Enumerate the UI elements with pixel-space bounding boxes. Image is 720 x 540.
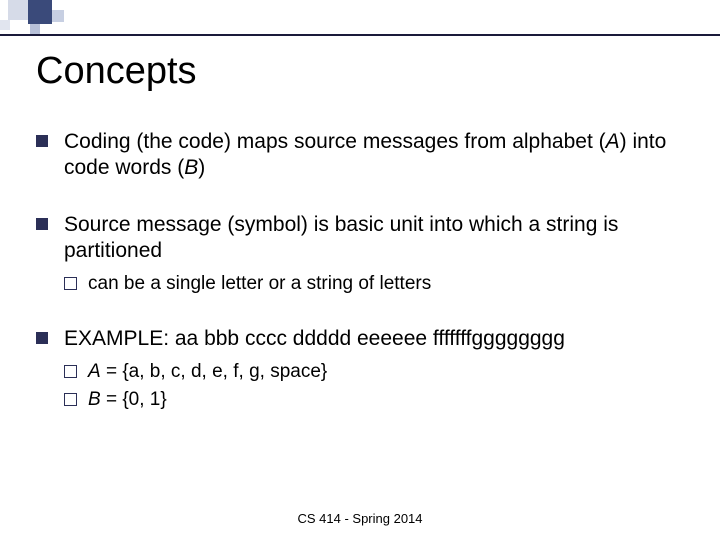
slide-title: Concepts [36,50,690,93]
bullet-text: Coding (the code) maps source messages f… [64,130,606,153]
list-item: EXAMPLE: aa bbb cccc ddddd eeeeee ffffff… [36,326,690,412]
list-item: Source message (symbol) is basic unit in… [36,212,690,296]
var-a: A [88,361,101,382]
bullet-text: EXAMPLE: aa bbb cccc ddddd eeeeee ffffff… [64,327,565,350]
bullet-text: = {0, 1} [101,389,167,410]
bullet-list: Coding (the code) maps source messages f… [36,129,690,412]
list-item: B = {0, 1} [64,388,690,412]
bullet-text: ) [198,156,205,179]
bullet-text: Source message (symbol) is basic unit in… [64,213,618,262]
slide-footer: CS 414 - Spring 2014 [0,511,720,526]
bullet-text: = {a, b, c, d, e, f, g, space} [101,361,328,382]
var-b: B [88,389,101,410]
sub-list: A = {a, b, c, d, e, f, g, space} B = {0,… [64,360,690,412]
list-item: can be a single letter or a string of le… [64,272,690,296]
list-item: Coding (the code) maps source messages f… [36,129,690,182]
title-rule [0,34,720,36]
bullet-text: can be a single letter or a string of le… [88,273,431,294]
slide-content: Concepts Coding (the code) maps source m… [36,50,690,500]
var-b: B [184,156,198,179]
list-item: A = {a, b, c, d, e, f, g, space} [64,360,690,384]
var-a: A [606,130,620,153]
sub-list: can be a single letter or a string of le… [64,272,690,296]
corner-decoration [0,0,140,34]
